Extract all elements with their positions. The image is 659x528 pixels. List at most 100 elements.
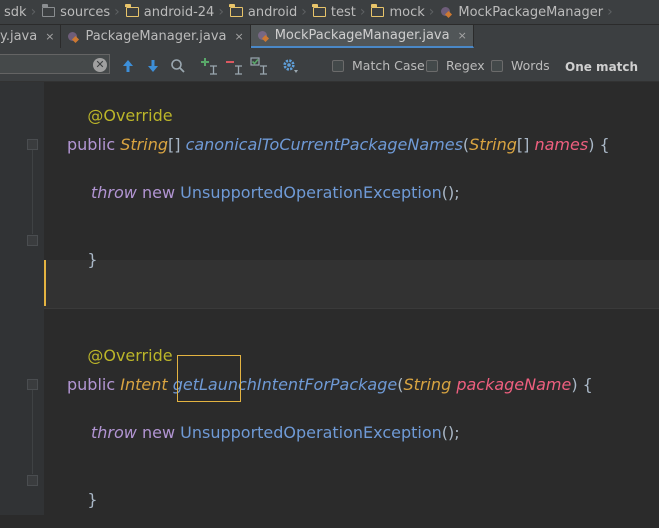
annotation-token: @Override bbox=[87, 346, 173, 365]
breadcrumb-separator: › bbox=[114, 4, 120, 20]
fold-marker[interactable] bbox=[27, 379, 38, 390]
code-line-method-1: public String[] canonicalToCurrentPackag… bbox=[67, 135, 610, 154]
breadcrumb-separator: › bbox=[218, 4, 224, 20]
match-case-checkbox[interactable] bbox=[332, 59, 344, 72]
tab-mockpackagemanager-java[interactable]: MockPackageManager.java × bbox=[250, 25, 474, 48]
remove-selection-icon bbox=[226, 61, 242, 75]
type-token: UnsupportedOperationException bbox=[180, 423, 442, 442]
words-checkbox[interactable] bbox=[491, 59, 503, 72]
breadcrumb-separator: › bbox=[359, 4, 366, 20]
arrow-down-icon bbox=[148, 60, 158, 72]
clear-search-icon[interactable]: ✕ bbox=[93, 58, 107, 72]
keyword-token: new bbox=[141, 423, 176, 442]
editor-gutter bbox=[0, 82, 44, 515]
method-separator bbox=[44, 308, 659, 309]
type-token: String bbox=[469, 135, 517, 154]
code-editor[interactable]: @Override public String[] canonicalToCur… bbox=[0, 82, 659, 515]
text-caret bbox=[44, 260, 46, 306]
folder-icon bbox=[312, 4, 326, 17]
keyword-token: throw bbox=[91, 423, 137, 442]
class-icon bbox=[440, 6, 452, 18]
code-line-throw-2: throw new UnsupportedOperationException(… bbox=[91, 423, 460, 442]
punctuation-token: } bbox=[87, 490, 98, 509]
punctuation-token: [] bbox=[167, 135, 181, 154]
parameter-token: names bbox=[534, 135, 589, 154]
keyword-token: public bbox=[67, 135, 116, 154]
breadcrumb-label: MockPackageManager bbox=[458, 4, 604, 20]
breadcrumb-separator: › bbox=[30, 4, 37, 20]
breadcrumb-item-test[interactable]: test bbox=[309, 0, 360, 24]
punctuation-token: (); bbox=[441, 183, 460, 202]
annotation-token: @Override bbox=[87, 106, 173, 125]
close-icon[interactable]: × bbox=[458, 29, 467, 42]
arrow-up-icon bbox=[123, 60, 133, 72]
fold-marker[interactable] bbox=[27, 475, 38, 486]
breadcrumb-item-mockpackagemanager[interactable]: MockPackageManager bbox=[436, 0, 607, 24]
fold-marker[interactable] bbox=[27, 235, 38, 246]
type-token: Intent bbox=[120, 375, 168, 394]
method-name-token: canonicalToCurrentPackageNames bbox=[185, 135, 463, 154]
breadcrumb-item-android-24[interactable]: android-24 bbox=[122, 0, 219, 24]
type-token: String bbox=[403, 375, 452, 394]
fold-marker[interactable] bbox=[27, 139, 38, 150]
search-match-highlight bbox=[177, 355, 241, 402]
breadcrumb-separator: › bbox=[428, 4, 435, 20]
folder-icon bbox=[125, 4, 139, 17]
editor-tabs: y.java × PackageManager.java × MockPacka… bbox=[0, 25, 659, 48]
code-line-brace-2: } bbox=[67, 471, 98, 528]
code-line-throw-1: throw new UnsupportedOperationException(… bbox=[91, 183, 460, 202]
breadcrumb-item-mock[interactable]: mock bbox=[367, 0, 428, 24]
current-line-highlight bbox=[44, 260, 659, 308]
punctuation-token: ) { bbox=[571, 375, 593, 394]
words-label: Words bbox=[511, 58, 550, 73]
gear-icon bbox=[283, 59, 298, 73]
breadcrumb-separator: › bbox=[607, 4, 613, 20]
breadcrumb-label: android-24 bbox=[143, 4, 215, 20]
breadcrumb-item-android[interactable]: android bbox=[226, 0, 301, 24]
close-icon[interactable]: × bbox=[45, 30, 54, 43]
find-usages-button[interactable] bbox=[169, 57, 187, 75]
type-token: UnsupportedOperationException bbox=[180, 183, 442, 202]
add-occurrence-button[interactable] bbox=[200, 57, 218, 75]
next-occurrence-button[interactable] bbox=[144, 57, 162, 75]
breadcrumb-label: sources bbox=[60, 4, 111, 20]
folder-icon bbox=[370, 4, 385, 17]
breadcrumb-separator: › bbox=[301, 4, 307, 20]
class-icon bbox=[257, 30, 269, 42]
close-icon[interactable]: × bbox=[234, 30, 243, 43]
words-option[interactable]: Words bbox=[491, 58, 550, 73]
keyword-token: throw bbox=[91, 183, 137, 202]
code-line-method-2: public Intent getLaunchIntentForPackage(… bbox=[67, 375, 593, 394]
breadcrumb-label: mock bbox=[389, 4, 425, 20]
regex-option[interactable]: Regex bbox=[426, 58, 485, 73]
add-selection-icon bbox=[201, 58, 217, 75]
punctuation-token: [] bbox=[516, 135, 530, 154]
breadcrumb-item-sources[interactable]: sources bbox=[38, 0, 114, 24]
folder-icon bbox=[41, 4, 56, 17]
tab-label: PackageManager.java bbox=[85, 29, 227, 44]
parameter-token: packageName bbox=[456, 375, 572, 394]
select-all-occurrences-button[interactable] bbox=[250, 57, 268, 75]
keyword-token: new bbox=[141, 183, 176, 202]
magnifier-icon bbox=[171, 59, 185, 73]
tab-y-java[interactable]: y.java × bbox=[0, 25, 62, 48]
breadcrumb-item-sdk[interactable]: sdk bbox=[0, 0, 31, 24]
punctuation-token: } bbox=[87, 250, 98, 269]
breadcrumb-label: sdk bbox=[4, 4, 27, 20]
match-count-status: One match bbox=[565, 60, 639, 74]
match-case-option[interactable]: Match Case bbox=[332, 58, 425, 73]
keyword-token: public bbox=[67, 375, 116, 394]
tab-packagemanager-java[interactable]: PackageManager.java × bbox=[61, 25, 251, 48]
breadcrumb: sdk › sources › android-24 › android › t… bbox=[0, 0, 659, 25]
select-all-icon bbox=[250, 57, 267, 75]
punctuation-token: ) { bbox=[588, 135, 610, 154]
code-line-brace-1: } bbox=[67, 231, 98, 288]
fold-guide bbox=[32, 150, 33, 234]
regex-checkbox[interactable] bbox=[426, 59, 438, 72]
regex-label: Regex bbox=[446, 58, 485, 73]
previous-occurrence-button[interactable] bbox=[119, 57, 137, 75]
breadcrumb-label: android bbox=[247, 4, 298, 20]
match-case-label: Match Case bbox=[352, 58, 425, 73]
remove-occurrence-button[interactable] bbox=[225, 57, 243, 75]
filter-settings-button[interactable] bbox=[281, 57, 299, 75]
